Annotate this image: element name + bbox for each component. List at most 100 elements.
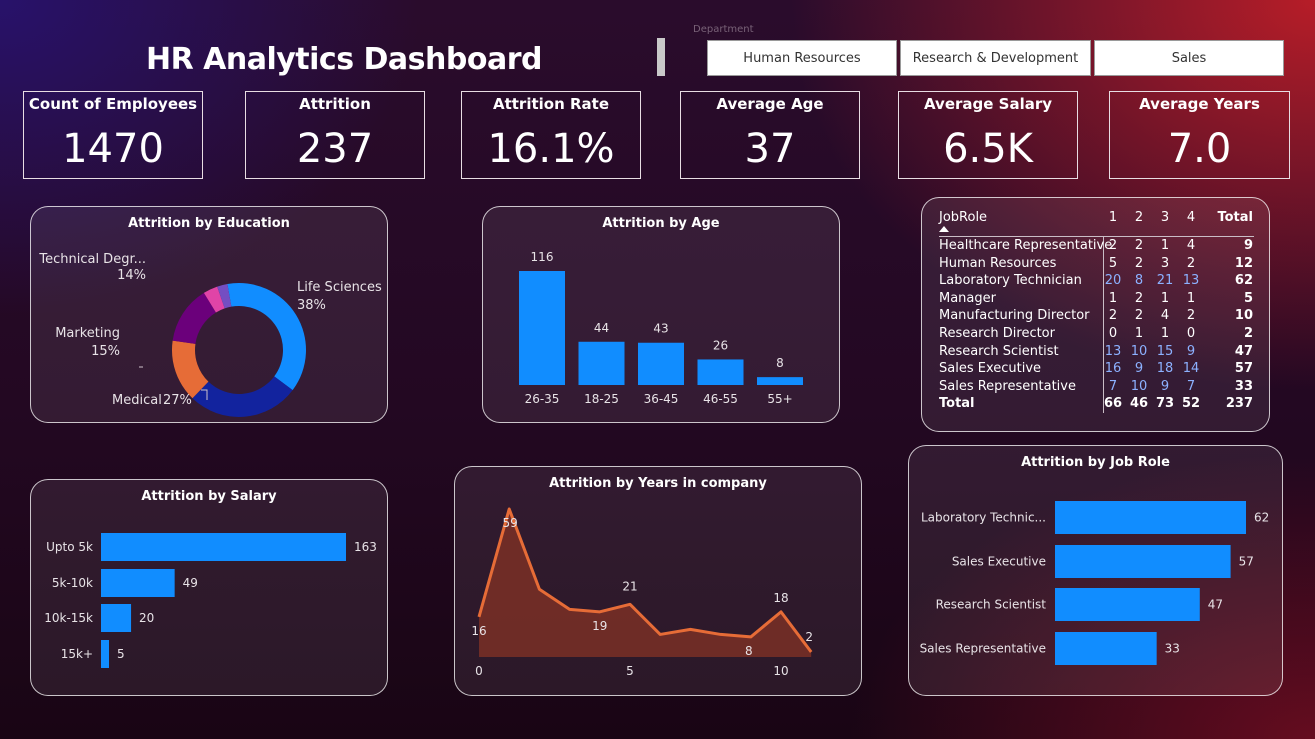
matrix-row-label: Laboratory Technician — [939, 273, 1082, 289]
jobrole-category-label: Sales Representative — [920, 642, 1046, 656]
matrix-row-total: 2 — [1243, 326, 1253, 341]
matrix-cell: 2 — [1134, 255, 1144, 271]
slicer-sales[interactable]: Sales — [1094, 40, 1284, 76]
matrix-cell: 7 — [1186, 378, 1196, 394]
matrix-cell: 13 — [1104, 343, 1122, 359]
matrix-header-col-2: 2 — [1134, 210, 1144, 225]
matrix-cell: 5 — [1108, 255, 1118, 271]
age-bar[interactable] — [697, 359, 744, 385]
kpi-value: 7.0 — [1167, 126, 1232, 172]
salary-category-label: Upto 5k — [46, 540, 93, 554]
matrix-cell: 2 — [1108, 238, 1118, 253]
years-point-label: 2 — [805, 630, 813, 644]
matrix-cell: 1 — [1160, 326, 1170, 341]
age-bar-value: 26 — [713, 338, 728, 352]
kpi-value: 237 — [296, 126, 374, 172]
matrix-row-label: Healthcare Representative — [939, 238, 1113, 253]
age-category-label: 55+ — [767, 392, 792, 406]
kpi-employee-count: Count of Employees 1470 — [23, 91, 203, 179]
kpi-average-salary: Average Salary 6.5K — [898, 91, 1078, 179]
kpi-attrition-rate: Attrition Rate 16.1% — [461, 91, 641, 179]
salary-bar[interactable] — [101, 640, 109, 668]
years-point-label: 59 — [503, 516, 518, 530]
salary-bar[interactable] — [101, 533, 346, 561]
matrix-row-total: 62 — [1234, 273, 1253, 289]
matrix-cell: 52 — [1181, 396, 1201, 412]
title-divider — [657, 38, 665, 76]
salary-bar[interactable] — [101, 569, 175, 597]
matrix-cell: 15 — [1156, 343, 1174, 359]
matrix-cell: 66 — [1103, 396, 1123, 412]
years-point-label: 21 — [622, 579, 637, 593]
jobrole-bar[interactable] — [1055, 545, 1231, 578]
matrix-cell: 2 — [1134, 290, 1144, 306]
matrix-cell: 8 — [1134, 273, 1144, 289]
matrix-row-total: 33 — [1234, 378, 1253, 394]
jobrole-bar-value: 47 — [1208, 598, 1223, 612]
matrix-row-total: 5 — [1243, 290, 1253, 306]
donut-label-marketing: Marketing — [55, 326, 120, 341]
matrix-cell: 13 — [1182, 273, 1200, 289]
matrix-row-label: Research Scientist — [939, 343, 1059, 359]
matrix-cell: 10 — [1130, 343, 1148, 359]
matrix-cell: 46 — [1129, 396, 1149, 412]
salary-chart-card: Attrition by Salary Upto 5k 163 5k-10k 49 10… — [30, 479, 388, 696]
jobrole-bar[interactable] — [1055, 588, 1200, 621]
years-x-tick: 5 — [626, 664, 634, 678]
years-area-chart: 16 59 19 21 8 18 2 0 5 10 — [471, 507, 813, 678]
matrix-header-jobrole[interactable]: JobRole — [939, 210, 1103, 225]
jobrole-category-label: Sales Executive — [952, 555, 1046, 569]
age-category-label: 46-55 — [703, 392, 738, 406]
matrix-cell: 73 — [1155, 396, 1175, 412]
department-slicer-header: Department — [693, 24, 754, 35]
matrix-cell: 0 — [1186, 326, 1196, 341]
kpi-label: Average Salary — [923, 95, 1053, 113]
matrix-row-label: Manager — [939, 290, 996, 306]
kpi-value: 6.5K — [943, 126, 1033, 172]
kpi-value: 1470 — [62, 126, 164, 172]
jobrole-category-label: Research Scientist — [936, 598, 1047, 612]
donut-slice[interactable] — [227, 283, 306, 391]
matrix-cell: 10 — [1130, 378, 1148, 394]
matrix-row-total: 237 — [1225, 396, 1253, 412]
matrix-cell: 21 — [1156, 273, 1174, 289]
salary-category-label: 15k+ — [61, 647, 93, 661]
matrix-header-col-3: 3 — [1160, 210, 1170, 225]
jobrole-bar[interactable] — [1055, 632, 1157, 665]
jobrole-chart-card: Attrition by Job Role Laboratory Technic… — [908, 445, 1283, 696]
jobrole-bar[interactable] — [1055, 501, 1246, 534]
matrix-row-total: 10 — [1234, 308, 1253, 324]
slicer-research-development[interactable]: Research & Development — [900, 40, 1091, 76]
age-bar[interactable] — [638, 342, 684, 385]
matrix-cell: 20 — [1104, 273, 1122, 289]
matrix-header-divider — [939, 236, 1254, 237]
matrix-cell: 16 — [1104, 361, 1122, 377]
kpi-label: Count of Employees — [28, 95, 198, 113]
sort-ascending-icon[interactable] — [939, 226, 949, 232]
kpi-label: Attrition Rate — [492, 95, 610, 113]
matrix-cell: 2 — [1134, 308, 1144, 324]
matrix-row-label: Sales Representative — [939, 378, 1076, 394]
donut-pct-marketing: 15% — [91, 344, 120, 359]
matrix-row-label: Human Resources — [939, 255, 1057, 271]
salary-bar-value: 49 — [183, 576, 198, 590]
age-bar-value: 116 — [531, 250, 554, 264]
kpi-value: 37 — [744, 126, 796, 172]
kpi-average-age: Average Age 37 — [680, 91, 860, 179]
age-bar[interactable] — [757, 377, 803, 385]
salary-bar-value: 20 — [139, 611, 154, 625]
matrix-cell: 18 — [1156, 361, 1174, 377]
age-bar[interactable] — [519, 271, 565, 385]
matrix-header-total: Total — [1217, 210, 1253, 225]
salary-bar-value: 163 — [354, 540, 377, 554]
kpi-label: Average Age — [716, 95, 824, 113]
matrix-cell: 9 — [1186, 343, 1196, 359]
age-category-label: 18-25 — [584, 392, 619, 406]
years-point-label: 19 — [592, 619, 607, 633]
salary-bar[interactable] — [101, 604, 132, 632]
slicer-human-resources[interactable]: Human Resources — [707, 40, 897, 76]
donut-label-medical: Medical — [112, 393, 162, 408]
matrix-row-total: 12 — [1234, 255, 1253, 271]
donut-pct-life-sciences: 38% — [297, 298, 326, 313]
age-bar[interactable] — [578, 341, 625, 385]
